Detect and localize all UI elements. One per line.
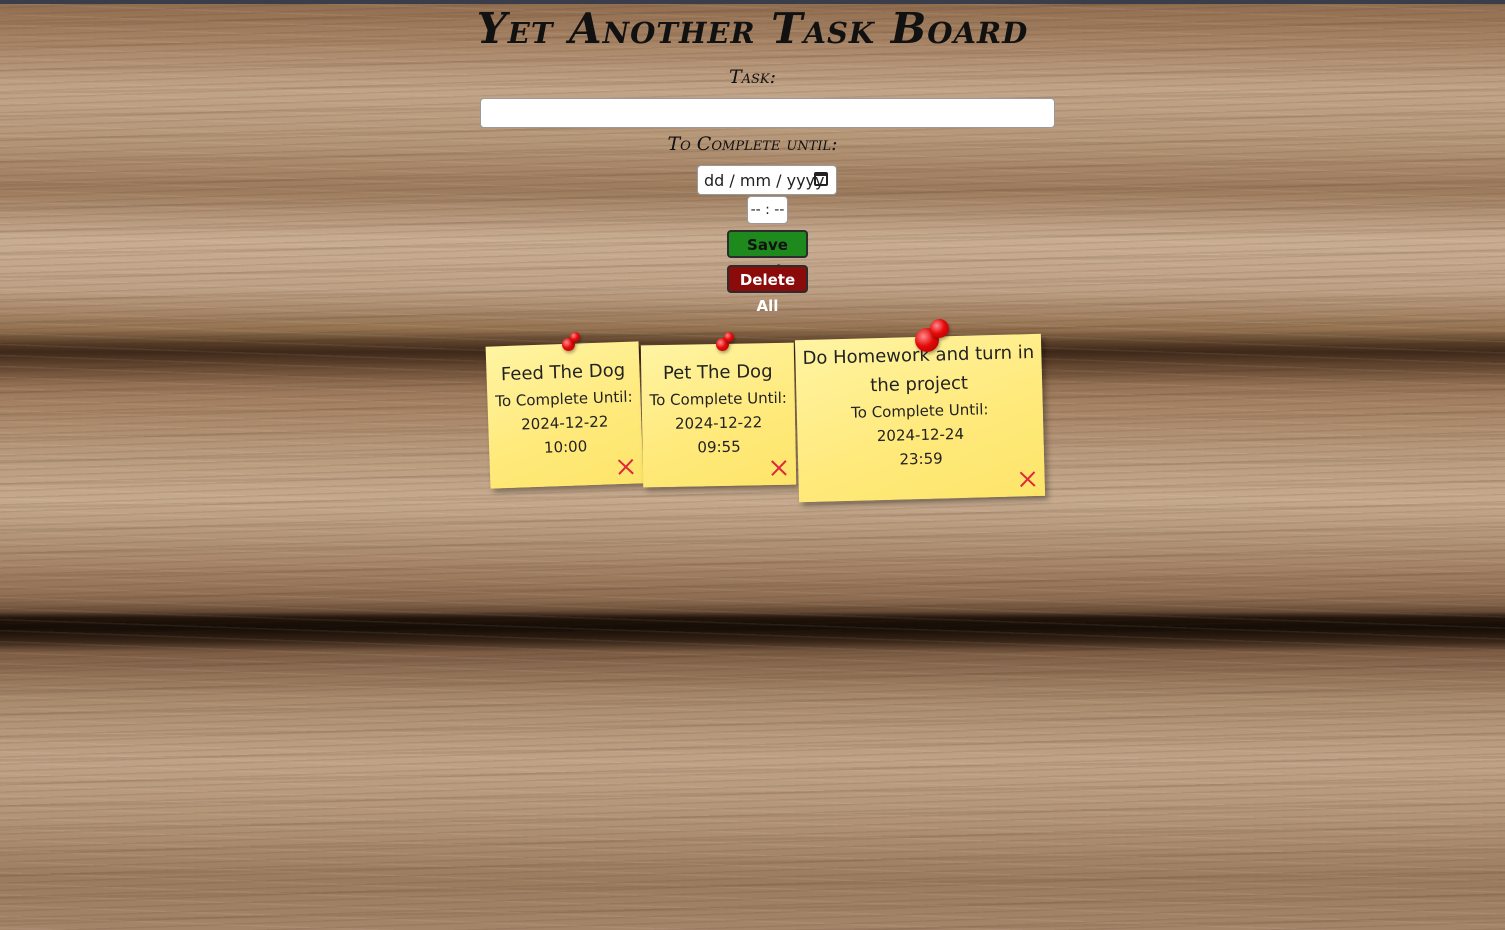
date-placeholder: dd / mm / yyyy [704, 170, 825, 190]
date-input[interactable]: dd / mm / yyyy [697, 165, 837, 195]
page-title: Yet Another Task Board [476, 4, 1029, 53]
pushpin-icon [562, 332, 580, 351]
complete-until-label: To Complete until: [667, 133, 838, 155]
delete-all-button[interactable]: Delete All [727, 265, 808, 315]
note-title: Pet The Dog [662, 361, 773, 384]
task-note: Pet The Dog To Complete Until: 2024-12-2… [640, 342, 797, 488]
pushpin-icon [716, 332, 734, 351]
task-note: Do Homework and turn in the project To C… [794, 333, 1046, 503]
delete-note-icon[interactable] [617, 458, 636, 477]
note-until-label: To Complete Until: [649, 388, 788, 410]
note-time: 23:59 [899, 449, 943, 469]
calendar-icon[interactable] [814, 172, 828, 186]
note-time: 09:55 [697, 437, 741, 457]
task-label: Task: [728, 66, 777, 88]
delete-note-icon[interactable] [770, 459, 788, 477]
task-input[interactable] [480, 98, 1055, 128]
save-task-button[interactable]: Save Task [727, 230, 808, 280]
task-note: Feed The Dog To Complete Until: 2024-12-… [485, 341, 644, 489]
time-input[interactable]: -- : -- [747, 196, 788, 224]
pushpin-icon [915, 319, 951, 353]
delete-note-icon[interactable] [1018, 470, 1036, 488]
note-date: 2024-12-22 [674, 413, 763, 433]
